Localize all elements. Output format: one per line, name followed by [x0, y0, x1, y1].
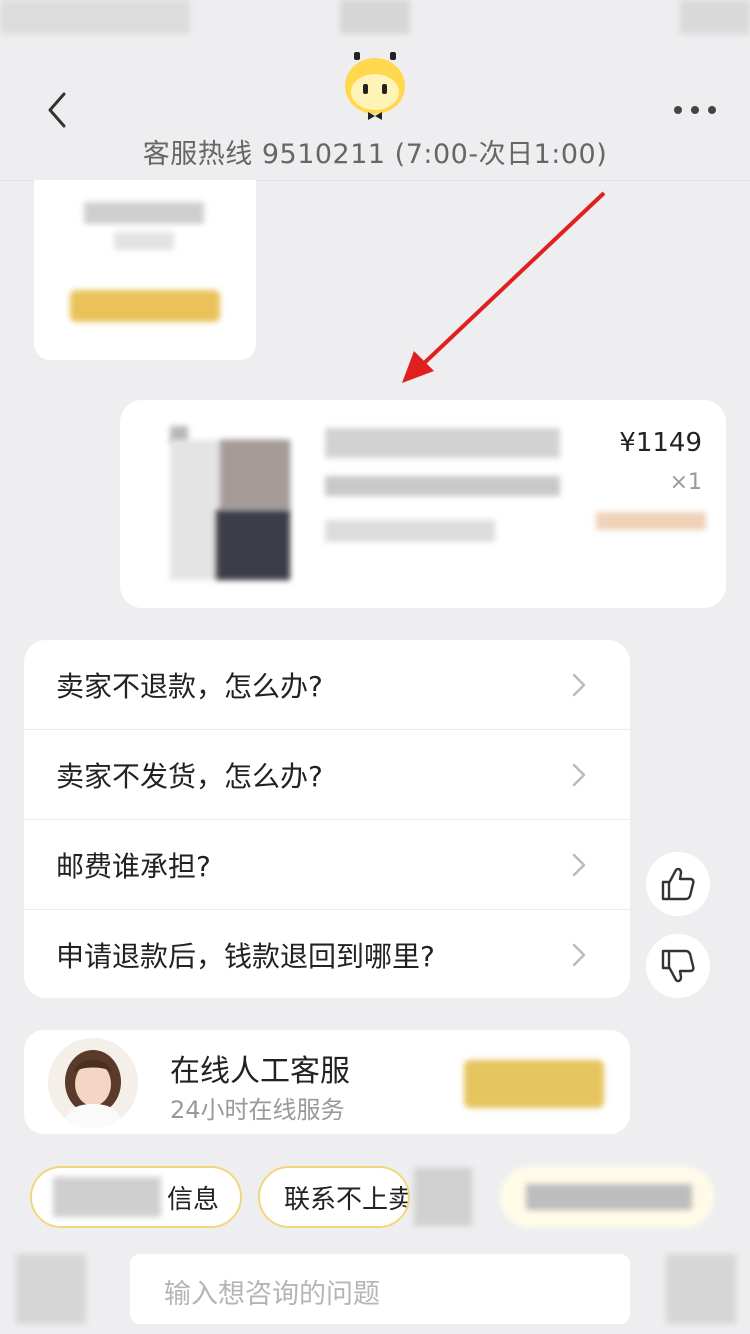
status-bar-right-redacted [680, 0, 750, 34]
mascot-icon [340, 52, 410, 122]
faq-item[interactable]: 卖家不发货，怎么办? [24, 730, 630, 820]
quick-reply-label: 联系不上卖 [284, 1184, 410, 1215]
product-thumbnail-part [216, 510, 290, 580]
back-button[interactable] [40, 88, 80, 132]
status-bar-center-redacted [340, 0, 410, 34]
agent-avatar [48, 1038, 138, 1128]
faq-item-label: 卖家不发货，怎么办? [56, 759, 323, 793]
message-input[interactable]: 输入想咨询的问题 [130, 1254, 630, 1324]
thumbs-up-icon [661, 867, 695, 901]
more-button[interactable] [670, 98, 720, 122]
human-agent-card[interactable]: 在线人工客服 24小时在线服务 [24, 1030, 630, 1134]
product-price: ¥1149 [619, 428, 702, 458]
chevron-left-icon [48, 92, 66, 128]
redacted-overlay [410, 1260, 590, 1318]
redacted-button[interactable] [464, 1060, 604, 1108]
redacted-button [70, 290, 220, 322]
redacted-icon[interactable] [16, 1254, 86, 1324]
quick-reply-bar: 信息 联系不上卖 [0, 1162, 750, 1232]
redacted-text [526, 1184, 692, 1210]
previous-message-card[interactable] [34, 180, 256, 360]
status-bar [0, 0, 750, 40]
chevron-right-icon [572, 853, 586, 877]
faq-list: 卖家不退款，怎么办? 卖家不发货，怎么办? 邮费谁承担? 申请退款后，钱款退回到… [24, 640, 630, 998]
thumbs-down-button[interactable] [646, 934, 710, 998]
product-title-redacted [325, 428, 560, 458]
redacted-chip [414, 1168, 472, 1226]
product-tag-redacted [596, 512, 706, 530]
chevron-right-icon [572, 673, 586, 697]
product-spec-redacted [325, 520, 495, 542]
quick-reply-label: 信息 [166, 1184, 219, 1215]
status-bar-left-redacted [0, 0, 190, 34]
chevron-right-icon [572, 943, 586, 967]
product-quantity: ×1 [669, 470, 702, 495]
redacted-text [52, 1177, 161, 1217]
input-bar: 输入想咨询的问题 [0, 1244, 750, 1334]
chevron-right-icon [572, 763, 586, 787]
faq-item-label: 邮费谁承担? [56, 849, 211, 883]
quick-reply-chip[interactable]: 信息 [30, 1166, 242, 1228]
hotline-text: 客服热线 9510211 (7:00-次日1:00) [142, 139, 608, 170]
redacted-text [84, 202, 204, 224]
more-horizontal-icon [674, 106, 716, 114]
thumbs-down-icon [661, 949, 695, 983]
annotation-arrow [402, 191, 606, 383]
faq-item-label: 申请退款后，钱款退回到哪里? [56, 939, 435, 973]
redacted-text [114, 232, 174, 250]
chat-header: 客服热线 9510211 (7:00-次日1:00) [0, 40, 750, 181]
faq-item-label: 卖家不退款，怎么办? [56, 669, 323, 703]
agent-subtitle: 24小时在线服务 [170, 1096, 345, 1124]
agent-title: 在线人工客服 [170, 1054, 350, 1089]
faq-item[interactable]: 邮费谁承担? [24, 820, 630, 910]
faq-item[interactable]: 卖家不退款，怎么办? [24, 640, 630, 730]
thumbs-up-button[interactable] [646, 852, 710, 916]
input-placeholder: 输入想咨询的问题 [164, 1279, 380, 1310]
redacted-icon[interactable] [666, 1254, 736, 1324]
product-spec-redacted [325, 476, 560, 496]
faq-item[interactable]: 申请退款后，钱款退回到哪里? [24, 910, 630, 998]
product-card[interactable]: ¥1149 ×1 [120, 400, 726, 608]
quick-reply-chip[interactable]: 联系不上卖 [258, 1166, 410, 1228]
product-thumbnail-part [220, 440, 290, 510]
